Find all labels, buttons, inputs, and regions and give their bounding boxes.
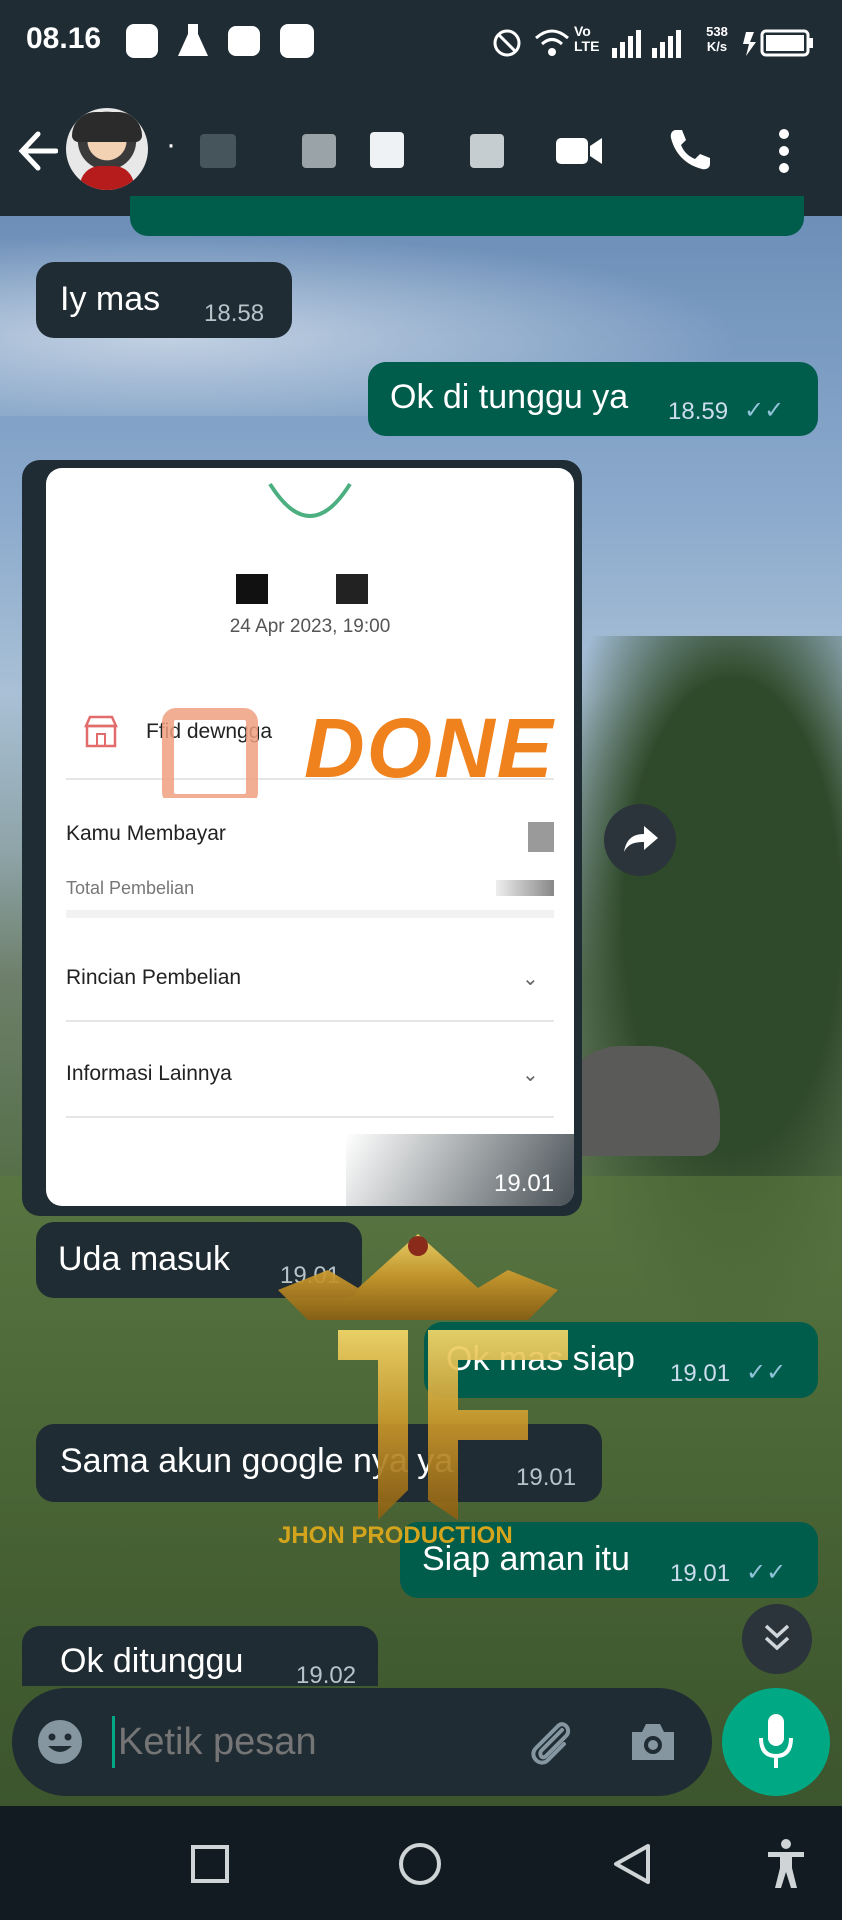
message-text: Ok di tunggu ya [390,378,629,416]
payment-row: Kamu Membayar Total Pembelian [66,798,554,908]
message-time: 18.59 [668,398,729,425]
divider [66,910,554,918]
volte-label: Vo LTE [574,23,600,54]
watermark-text: JHON PRODUCTION [278,1522,513,1549]
message-text: Ok ditunggu [60,1642,244,1680]
message-input-bar [12,1688,712,1796]
read-ticks-icon: ✓✓ [746,1359,787,1386]
scroll-to-bottom-button[interactable] [742,1604,812,1674]
message-bubble-partial[interactable] [130,196,804,236]
other-info-row[interactable]: Informasi Lainnya ⌄ [66,1046,554,1118]
message-bubble-incoming[interactable]: Ok ditunggu 19.02 [22,1626,378,1689]
censor-block [370,132,404,168]
watermark-logo: JHON PRODUCTION [268,1230,568,1560]
message-input[interactable] [116,1710,420,1774]
censor-block [336,574,368,604]
message-time: 19.01 [670,1560,731,1587]
forward-icon [624,826,658,852]
details-row[interactable]: Rincian Pembelian ⌄ [66,952,554,1022]
message-bubble-incoming[interactable]: Iy mas 18.58 [36,262,292,338]
flask-icon [178,24,208,56]
more-options-icon[interactable] [776,128,792,174]
loading-arc-icon [268,482,352,518]
message-time: 18.58 [204,300,265,327]
battery-icon [743,29,813,57]
contact-name[interactable]: · [166,128,176,162]
recent-apps-icon[interactable] [190,1844,230,1884]
network-speed-unit: K/s [706,39,728,54]
text-cursor [112,1716,115,1768]
done-overlay-text: DONE [304,701,555,795]
censor-block [528,822,554,852]
other-info-label: Informasi Lainnya [66,1062,232,1085]
video-call-icon[interactable] [554,134,604,168]
details-label: Rincian Pembelian [66,966,242,989]
status-time: 08.16 [26,22,102,55]
status-bar: 08.16 Vo LTE 538 K/s [0,0,842,86]
network-speed-value: 538 [706,24,728,39]
accessibility-icon[interactable] [766,1838,806,1890]
store-icon [84,715,118,748]
phone-call-icon[interactable] [668,128,712,172]
read-ticks-icon: ✓✓ [744,397,785,424]
sim-icon [228,26,260,56]
censor-block [200,134,236,168]
avatar[interactable] [66,108,148,190]
notification-icon [126,24,158,58]
crown-icon [278,1234,568,1520]
network-speed: 538 K/s [700,24,734,54]
total-label: Total Pembelian [66,878,195,898]
attachment-icon[interactable] [524,1716,576,1768]
do-not-disturb-icon [493,29,521,57]
message-time: 19.01 [494,1170,555,1197]
wifi-icon [535,29,569,56]
message-time: 19.01 [670,1360,731,1387]
signal-bars-icon [612,30,681,58]
back-arrow-icon[interactable] [16,130,58,172]
system-navigation-bar [0,1806,842,1920]
message-time: 19.02 [296,1662,357,1689]
double-chevron-down-icon [764,1624,790,1651]
forward-button[interactable] [604,804,676,876]
receipt-image[interactable]: 24 Apr 2023, 19:00 Ffid dewngga DONE Kam… [46,468,574,1206]
censor-block [302,134,336,168]
camera-icon[interactable] [628,1720,678,1764]
censor-block [470,134,504,168]
back-icon[interactable] [612,1842,652,1886]
message-text: Iy mas [60,280,161,318]
notification-icon-2 [280,24,314,58]
receipt-date: 24 Apr 2023, 19:00 [229,616,391,637]
censor-block [236,574,268,604]
message-text: Uda masuk [58,1240,230,1278]
paid-label: Kamu Membayar [66,822,226,845]
censor-block [496,880,554,896]
chevron-down-icon: ⌄ [522,968,539,990]
microphone-icon [759,1714,793,1768]
message-bubble-outgoing[interactable]: Ok di tunggu ya 18.59 ✓✓ [368,362,818,436]
rock [560,1046,720,1156]
home-icon[interactable] [398,1842,442,1886]
voice-message-button[interactable] [722,1688,830,1796]
censor-box [162,708,258,806]
chevron-down-icon: ⌄ [522,1064,539,1086]
read-ticks-icon: ✓✓ [746,1559,787,1586]
emoji-icon[interactable] [36,1718,84,1766]
